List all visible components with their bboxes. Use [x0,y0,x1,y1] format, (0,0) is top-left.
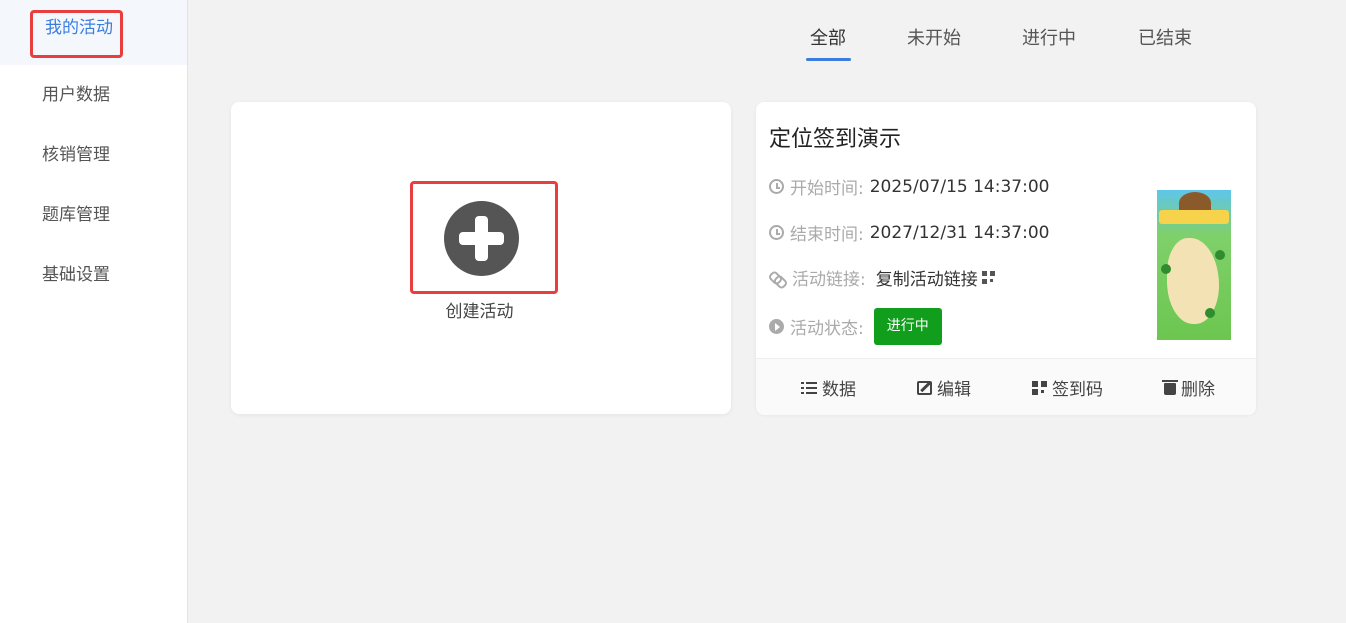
data-button-label: 数据 [822,380,856,400]
start-time-row: 开始时间: 2025/07/15 14:37:00 [769,174,1049,199]
checkin-qrcode-label: 签到码 [1052,380,1103,400]
edit-button-label: 编辑 [937,380,971,400]
tab-ended[interactable]: 已结束 [1138,24,1192,50]
trash-icon [1162,379,1178,395]
tab-not-started[interactable]: 未开始 [907,24,961,50]
tab-in-progress[interactable]: 进行中 [1022,24,1076,50]
tab-active-indicator [806,58,851,61]
sidebar-item-my-activities[interactable]: 我的活动 [0,0,187,65]
clock-icon [769,179,784,194]
copy-link-text: 复制活动链接 [875,270,978,290]
create-activity-card[interactable]: 创建活动 [231,102,731,414]
activity-card: 定位签到演示 开始时间: 2025/07/15 14:37:00 结束时间: 2… [756,102,1256,415]
activity-status-label: 活动状态: [790,319,864,339]
sidebar-item-question-bank[interactable]: 题库管理 [0,185,187,245]
sidebar-item-label: 用户数据 [42,85,110,105]
end-time-label: 结束时间: [790,225,864,245]
edit-icon [917,380,932,395]
sidebar-item-basic-settings[interactable]: 基础设置 [0,245,187,305]
play-circle-icon [769,319,784,334]
copy-link-button[interactable]: 复制活动链接 [876,265,995,290]
list-icon [801,380,817,395]
delete-button-label: 删除 [1181,380,1215,400]
status-badge: 进行中 [873,308,942,345]
activity-poster-thumbnail [1157,190,1231,340]
plus-circle-icon[interactable] [444,201,519,276]
clock-icon [769,225,784,240]
link-icon [769,270,786,285]
activity-status-row: 活动状态: 进行中 [769,308,942,345]
checkin-qrcode-button[interactable]: 签到码 [1032,375,1103,400]
edit-button[interactable]: 编辑 [917,375,971,400]
activity-title: 定位签到演示 [769,127,902,152]
activity-link-row: 活动链接: 复制活动链接 [769,265,995,290]
qrcode-icon[interactable] [981,271,995,284]
sidebar-item-user-data[interactable]: 用户数据 [0,65,187,125]
qrcode-icon [1032,380,1047,395]
sidebar-item-verification[interactable]: 核销管理 [0,125,187,185]
end-time-row: 结束时间: 2027/12/31 14:37:00 [769,220,1049,245]
sidebar-item-label: 题库管理 [42,205,110,225]
sidebar-item-label: 核销管理 [42,145,110,165]
sidebar-item-label: 基础设置 [42,265,110,285]
create-activity-label: 创建活动 [445,302,514,322]
activity-actions-bar: 数据 编辑 签到码 删除 [756,358,1256,415]
tab-all[interactable]: 全部 [810,24,846,50]
start-time-value: 2025/07/15 14:37:00 [869,176,1050,197]
delete-button[interactable]: 删除 [1162,375,1215,400]
data-button[interactable]: 数据 [801,375,856,400]
sidebar: 我的活动 用户数据 核销管理 题库管理 基础设置 [0,0,188,623]
activity-link-label: 活动链接: [792,270,866,290]
sidebar-item-label: 我的活动 [45,18,113,38]
start-time-label: 开始时间: [790,179,864,199]
end-time-value: 2027/12/31 14:37:00 [869,222,1050,243]
